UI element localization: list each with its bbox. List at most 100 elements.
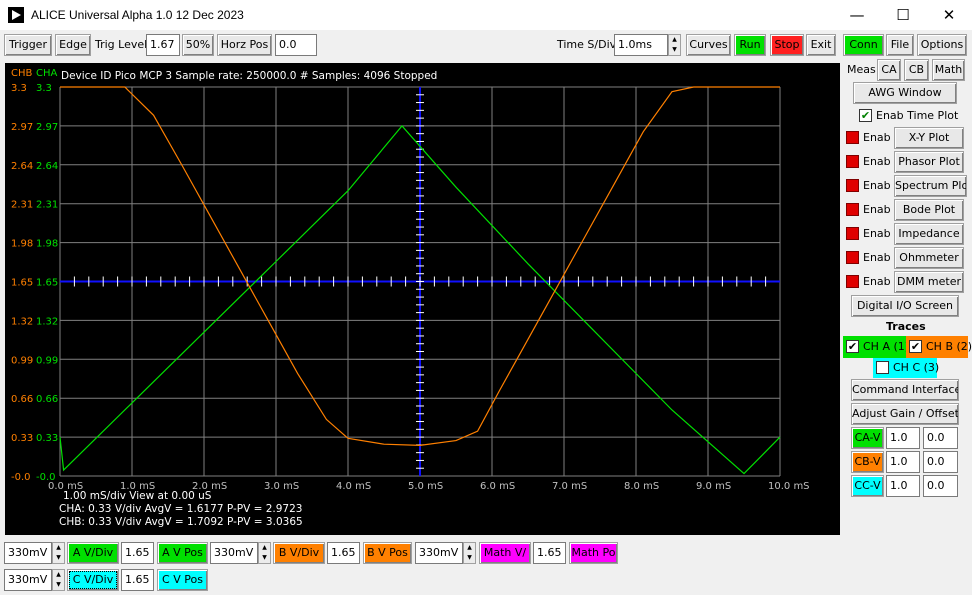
cb-v-gain-input[interactable]: 1.0	[886, 451, 920, 473]
enab-impedance-checkbox[interactable]	[846, 227, 859, 240]
spin-up-icon[interactable]: ▲	[259, 543, 270, 553]
conn-button[interactable]: Conn	[843, 34, 884, 56]
b-vpos-input[interactable]: 1.65	[327, 542, 360, 564]
enab-phasor-checkbox[interactable]	[846, 155, 859, 168]
trigger-button[interactable]: Trigger	[4, 34, 52, 56]
enab-xy-label: Enab	[863, 131, 891, 144]
cha-y-tick-label: 1.32	[36, 316, 58, 327]
chb-y-tick-label: 2.97	[11, 122, 33, 133]
horz-pos-button[interactable]: Horz Pos	[217, 34, 272, 56]
c-vpos-input[interactable]: 1.65	[121, 569, 154, 591]
spin-down-icon[interactable]: ▼	[259, 553, 270, 563]
enab-dmm-checkbox[interactable]	[846, 275, 859, 288]
options-button[interactable]: Options	[917, 34, 967, 56]
cha-trace-checkbox[interactable]: ✔	[846, 340, 859, 353]
cha-stats: CHA: 0.33 V/div AvgV = 1.6177 P-PV = 2.9…	[59, 503, 302, 515]
chb-y-tick-label: 0.66	[11, 394, 33, 405]
x-tick-label: 7.0 mS	[552, 481, 587, 492]
meas-cb-button[interactable]: CB	[904, 59, 929, 81]
enab-time-plot-label: Enab Time Plot	[876, 109, 959, 122]
c-vpos-button[interactable]: C V Pos	[157, 569, 208, 591]
cc-v-offset-input[interactable]: 0.0	[923, 475, 958, 497]
enab-spectrum-checkbox[interactable]	[846, 179, 859, 192]
math-vdiv-spinner[interactable]: ▲ ▼	[463, 542, 476, 564]
enab-impedance-label: Enab	[863, 227, 891, 240]
adjust-gain-offset-button[interactable]: Adjust Gain / Offset	[851, 403, 959, 425]
c-vdiv-button[interactable]: C V/Div	[67, 569, 119, 591]
curves-button[interactable]: Curves	[686, 34, 731, 56]
time-div-input[interactable]: 1.0ms	[614, 34, 668, 56]
cha-trace-toggle[interactable]: ✔ CH A (1)	[843, 336, 909, 358]
math-vdiv-button[interactable]: Math V/	[479, 542, 531, 564]
b-vpos-button[interactable]: B V Pos	[363, 542, 412, 564]
b-vdiv-button[interactable]: B V/Div	[273, 542, 325, 564]
time-div-spinner[interactable]: ▲ ▼	[668, 34, 681, 56]
spin-up-icon[interactable]: ▲	[53, 543, 64, 553]
run-button[interactable]: Run	[734, 34, 766, 56]
scope-display[interactable]: 3.3 3.3 2.97 2.97 2.64 2.64 2.31 2.31 1.98 1.98 1.…	[5, 63, 840, 535]
cha-y-tick-label: 3.3	[36, 83, 52, 94]
meas-ca-button[interactable]: CA	[877, 59, 901, 81]
spectrum-plot-button[interactable]: Spectrum Plo	[894, 175, 967, 197]
maximize-button[interactable]: ☐	[880, 0, 926, 30]
a-vdiv-button[interactable]: A V/Div	[67, 542, 119, 564]
awg-window-button[interactable]: AWG Window	[853, 82, 957, 104]
spin-down-icon[interactable]: ▼	[669, 45, 680, 55]
enab-time-plot-checkbox[interactable]: ✔	[859, 109, 872, 122]
stop-button[interactable]: Stop	[770, 34, 804, 56]
meas-math-button[interactable]: Math	[932, 59, 965, 81]
chb-y-tick-label: 3.3	[11, 83, 27, 94]
b-vdiv-spinner[interactable]: ▲ ▼	[258, 542, 271, 564]
exit-button[interactable]: Exit	[806, 34, 836, 56]
enab-bode-label: Enab	[863, 203, 891, 216]
impedance-button[interactable]: Impedance	[894, 223, 964, 245]
close-button[interactable]: ✕	[926, 0, 972, 30]
enab-xy-checkbox[interactable]	[846, 131, 859, 144]
timebase-info: 1.00 mS/div View at 0.00 uS	[63, 490, 212, 502]
dmm-meter-button[interactable]: DMM meter	[894, 271, 964, 293]
ca-v-offset-input[interactable]: 0.0	[923, 427, 958, 449]
spin-up-icon[interactable]: ▲	[464, 543, 475, 553]
enab-bode-checkbox[interactable]	[846, 203, 859, 216]
chb-trace-toggle[interactable]: ✔ CH B (2)	[906, 336, 972, 358]
ca-v-gain-input[interactable]: 1.0	[886, 427, 920, 449]
chb-trace-checkbox[interactable]: ✔	[909, 340, 922, 353]
file-button[interactable]: File	[886, 34, 914, 56]
chc-trace-toggle[interactable]: CH C (3)	[873, 358, 939, 378]
ohmmeter-button[interactable]: Ohmmeter	[894, 247, 964, 269]
fifty-percent-button[interactable]: 50%	[182, 34, 214, 56]
enab-ohmmeter-checkbox[interactable]	[846, 251, 859, 264]
spin-down-icon[interactable]: ▼	[464, 553, 475, 563]
cc-v-gain-input[interactable]: 1.0	[886, 475, 920, 497]
math-vdiv-input[interactable]: 330mV	[415, 542, 463, 564]
cb-v-offset-input[interactable]: 0.0	[923, 451, 958, 473]
spin-down-icon[interactable]: ▼	[53, 580, 64, 590]
trig-level-input[interactable]: 1.67	[146, 34, 180, 56]
a-vdiv-input[interactable]: 330mV	[4, 542, 52, 564]
minimize-button[interactable]: —	[834, 0, 880, 30]
phasor-plot-button[interactable]: Phasor Plot	[894, 151, 964, 173]
spin-down-icon[interactable]: ▼	[53, 553, 64, 563]
c-vdiv-spinner[interactable]: ▲ ▼	[52, 569, 65, 591]
math-vpos-input[interactable]: 1.65	[533, 542, 566, 564]
xy-plot-button[interactable]: X-Y Plot	[894, 127, 964, 149]
b-vdiv-input[interactable]: 330mV	[210, 542, 258, 564]
chb-y-tick-label: 1.98	[11, 239, 33, 250]
math-vpos-button[interactable]: Math Po	[569, 542, 618, 564]
spin-up-icon[interactable]: ▲	[669, 35, 680, 45]
ca-v-button[interactable]: CA-V	[851, 427, 884, 449]
cb-v-button[interactable]: CB-V	[851, 451, 884, 473]
edge-button[interactable]: Edge	[55, 34, 91, 56]
c-vdiv-input[interactable]: 330mV	[4, 569, 52, 591]
chb-y-tick-label: 1.32	[11, 316, 33, 327]
spin-up-icon[interactable]: ▲	[53, 570, 64, 580]
cc-v-button[interactable]: CC-V	[851, 475, 884, 497]
a-vpos-input[interactable]: 1.65	[121, 542, 154, 564]
horz-pos-input[interactable]: 0.0	[275, 34, 317, 56]
bode-plot-button[interactable]: Bode Plot	[894, 199, 964, 221]
chc-trace-checkbox[interactable]	[876, 361, 889, 374]
a-vpos-button[interactable]: A V Pos	[157, 542, 208, 564]
digital-io-button[interactable]: Digital I/O Screen	[851, 295, 959, 317]
command-interface-button[interactable]: Command Interface	[851, 379, 959, 401]
a-vdiv-spinner[interactable]: ▲ ▼	[52, 542, 65, 564]
